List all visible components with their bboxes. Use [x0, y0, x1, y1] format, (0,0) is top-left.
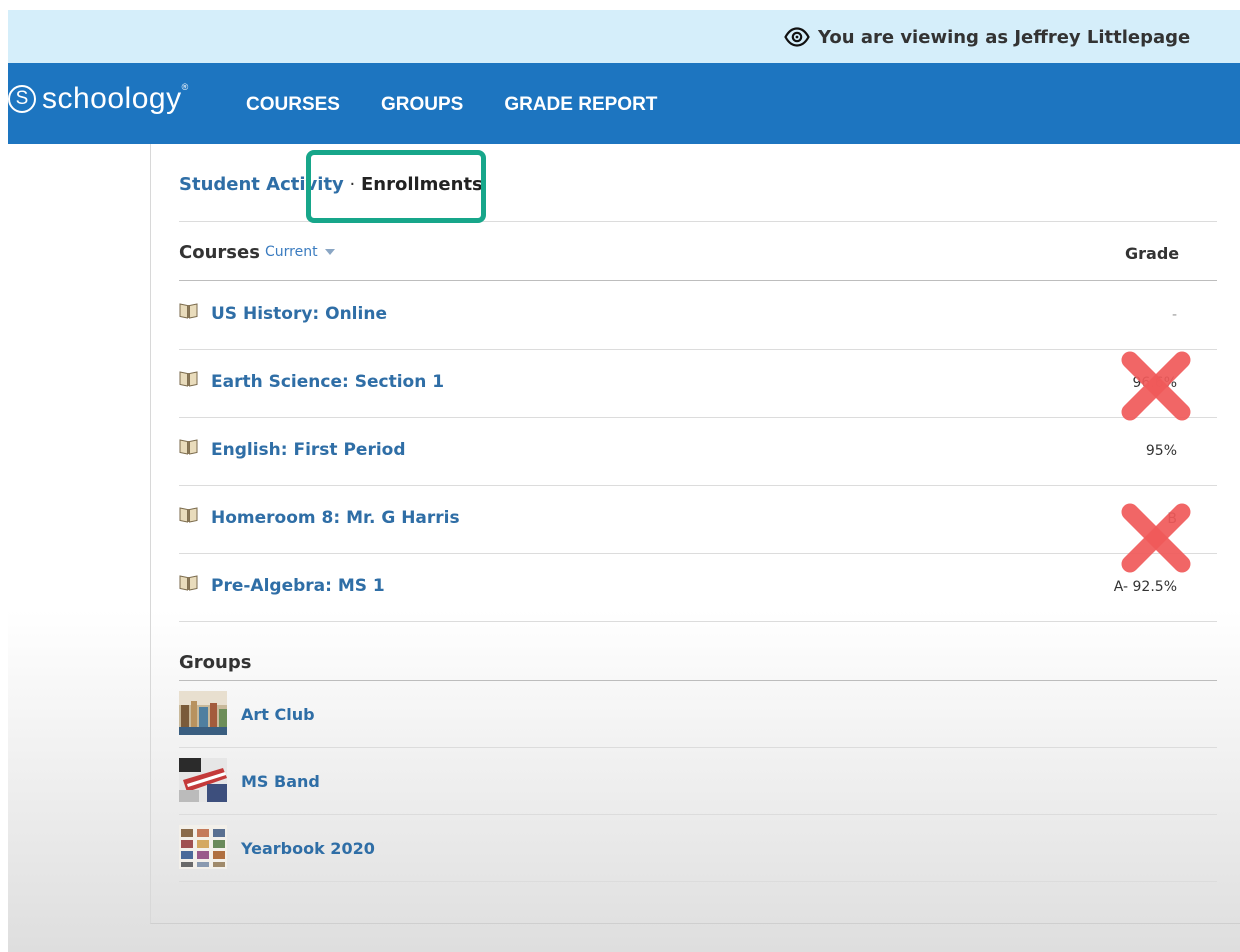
course-book-icon	[179, 438, 198, 455]
course-link[interactable]: English: First Period	[211, 440, 406, 460]
course-book-icon	[179, 506, 198, 523]
enrollments-highlight-box	[306, 150, 486, 223]
course-book-icon	[179, 574, 198, 591]
group-link[interactable]: MS Band	[241, 772, 320, 791]
x-mark-icon	[1121, 351, 1191, 421]
group-row: Art Club	[179, 681, 1217, 747]
nav-courses[interactable]: COURSES	[246, 94, 340, 116]
caret-down-icon	[324, 249, 335, 255]
masquerade-banner: You are viewing as Jeffrey Littlepage	[8, 10, 1240, 63]
group-link[interactable]: Yearbook 2020	[241, 839, 375, 858]
schoology-logo[interactable]: S schoology®	[8, 81, 189, 117]
art-club-thumbnail	[179, 691, 227, 735]
course-book-icon	[179, 370, 198, 387]
course-row: Earth Science: Section 1 96.6%	[179, 350, 1217, 417]
courses-header-divider	[179, 280, 1217, 281]
courses-heading: Courses	[179, 242, 260, 263]
nav-grade-report[interactable]: GRADE REPORT	[504, 94, 657, 116]
x-mark-icon	[1121, 503, 1191, 573]
course-row: Homeroom 8: Mr. G Harris B	[179, 486, 1217, 553]
course-link[interactable]: Homeroom 8: Mr. G Harris	[211, 508, 460, 528]
logo-text: schoology®	[42, 82, 189, 115]
group-link[interactable]: Art Club	[241, 705, 315, 724]
top-navigation-bar: S schoology® COURSES GROUPS GRADE REPORT	[8, 63, 1240, 144]
masquerade-notice: You are viewing as Jeffrey Littlepage	[784, 25, 1190, 49]
courses-filter-dropdown[interactable]: Current	[265, 244, 335, 260]
course-book-icon	[179, 302, 198, 319]
course-grade: A- 92.5%	[1113, 579, 1177, 595]
row-divider	[179, 621, 1217, 622]
nav-groups[interactable]: GROUPS	[381, 94, 463, 116]
course-link[interactable]: US History: Online	[211, 304, 387, 324]
ms-band-thumbnail	[179, 758, 227, 802]
grade-column-header: Grade	[1125, 244, 1180, 263]
course-link[interactable]: Pre-Algebra: MS 1	[211, 576, 385, 596]
enrollments-panel: Student Activity · Enrollments Courses C…	[150, 144, 1240, 924]
course-row: English: First Period 95%	[179, 418, 1217, 485]
app-frame: You are viewing as Jeffrey Littlepage S …	[8, 10, 1240, 952]
course-link[interactable]: Earth Science: Section 1	[211, 372, 444, 392]
logo-mark: S	[8, 85, 36, 113]
course-row: Pre-Algebra: MS 1 A- 92.5%	[179, 554, 1217, 621]
group-row: Yearbook 2020	[179, 815, 1217, 881]
main-nav: COURSES GROUPS GRADE REPORT	[246, 94, 698, 116]
groups-heading: Groups	[179, 652, 252, 673]
course-row: US History: Online -	[179, 282, 1217, 349]
yearbook-thumbnail	[179, 825, 227, 869]
group-row: MS Band	[179, 748, 1217, 814]
eye-icon	[784, 27, 810, 47]
masquerade-text: You are viewing as Jeffrey Littlepage	[818, 26, 1191, 48]
course-grade: -	[1171, 307, 1177, 323]
filter-value: Current	[265, 244, 318, 260]
row-divider	[179, 881, 1217, 882]
course-grade: 95%	[1145, 443, 1177, 459]
